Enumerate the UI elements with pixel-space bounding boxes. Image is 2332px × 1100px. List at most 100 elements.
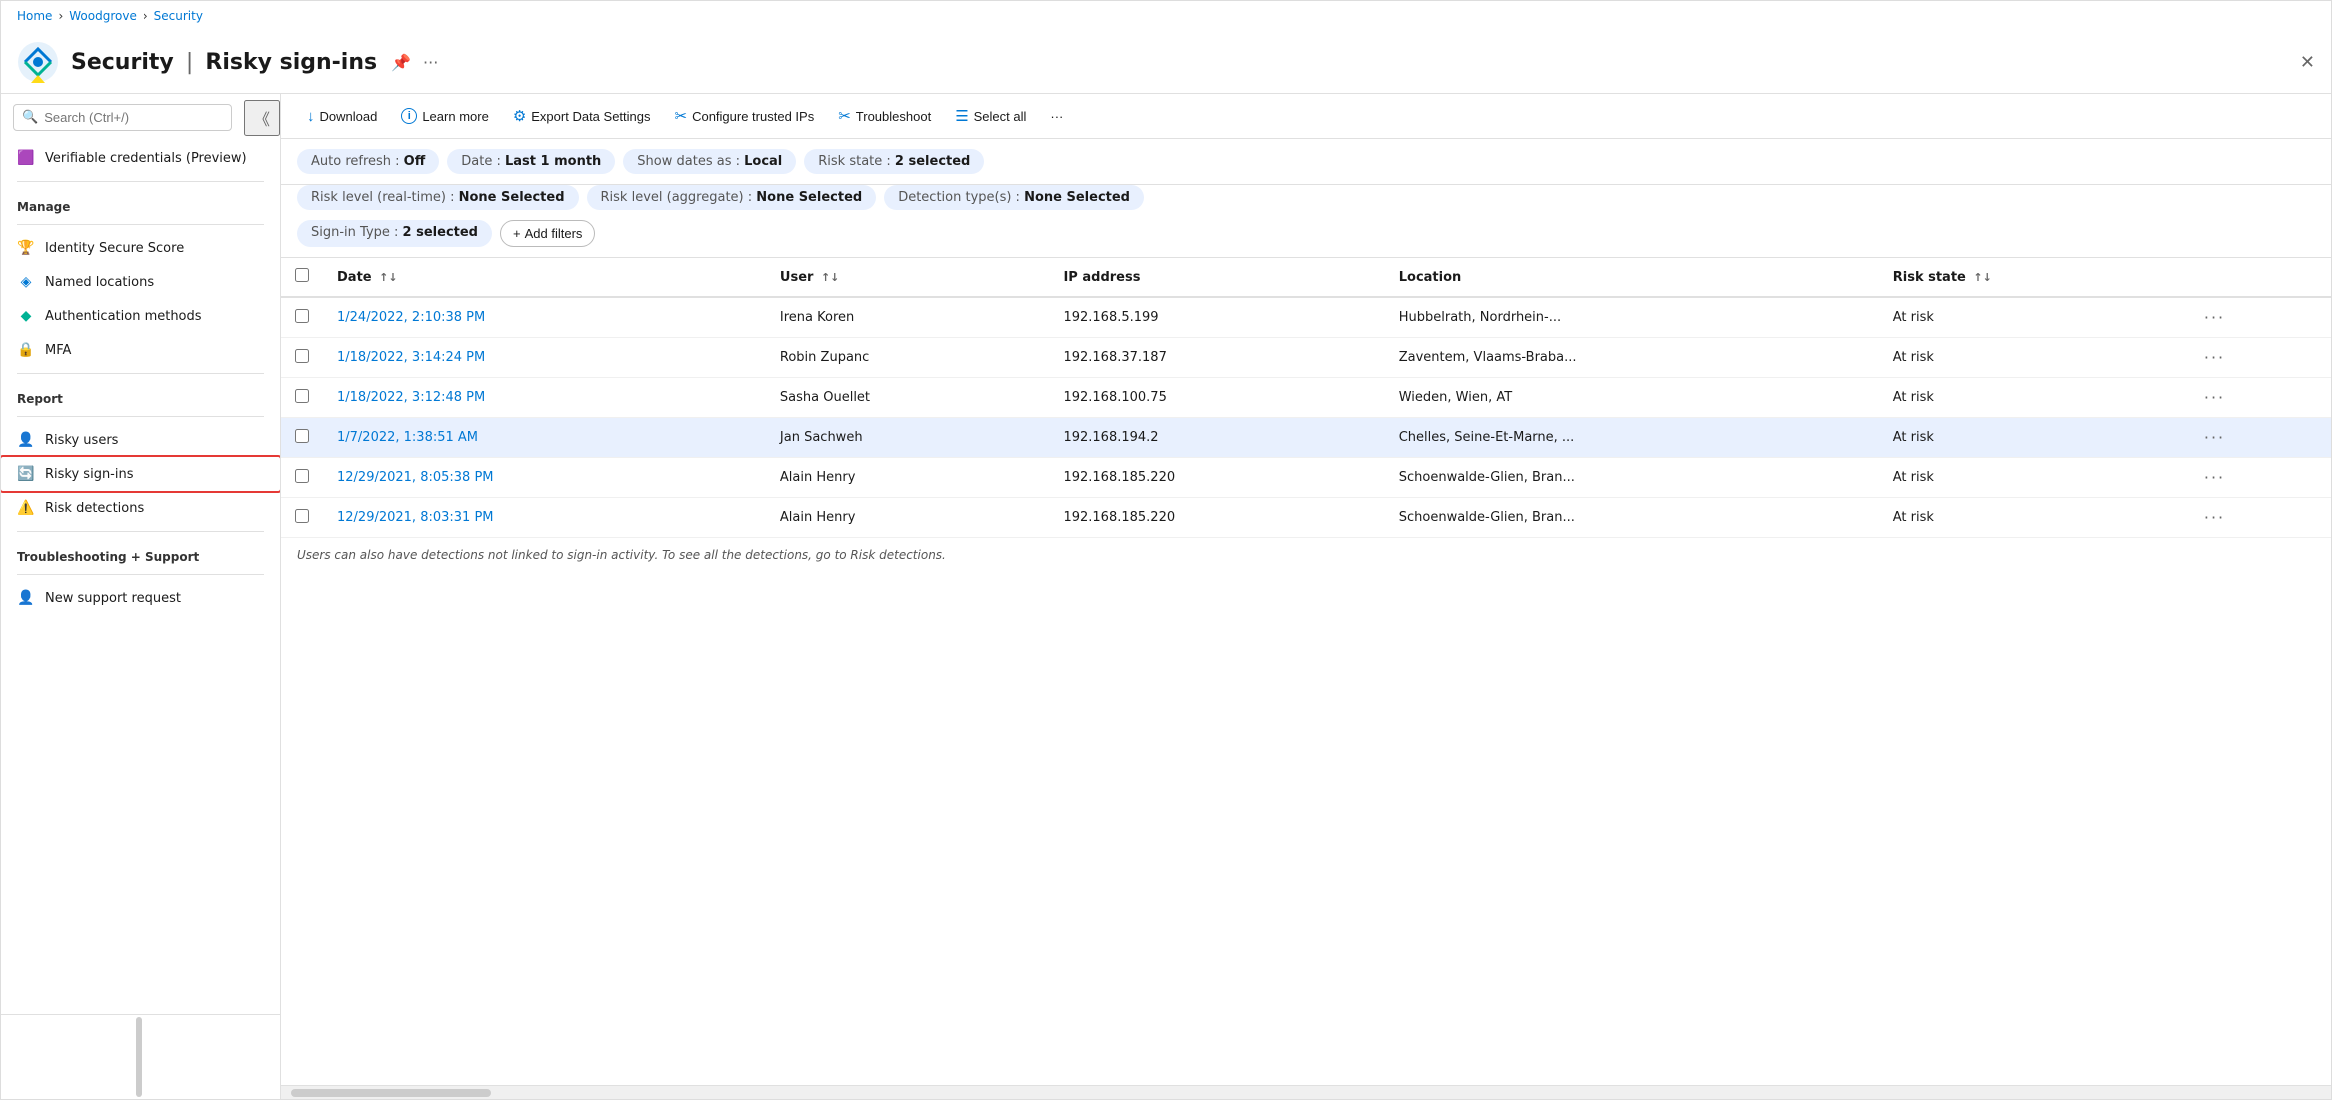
row-actions-column-header [2184,258,2331,297]
auto-refresh-value: Off [404,154,426,169]
add-filters-button[interactable]: + Add filters [500,220,595,247]
troubleshoot-icon: ✂ [838,107,851,125]
identity-secure-score-icon: 🏆 [17,239,35,257]
filter-bar-row1: Auto refresh : Off Date : Last 1 month S… [281,139,2331,185]
user-sort-icon: ↑↓ [821,271,839,284]
date-cell[interactable]: 1/18/2022, 3:12:48 PM [337,390,485,405]
date-filter[interactable]: Date : Last 1 month [447,149,615,174]
ip-cell: 192.168.194.2 [1049,418,1384,458]
date-cell[interactable]: 12/29/2021, 8:05:38 PM [337,470,494,485]
sidebar-item-identity-secure-score[interactable]: 🏆 Identity Secure Score [1,231,280,265]
date-column-header[interactable]: Date ↑↓ [323,258,766,297]
user-column-header[interactable]: User ↑↓ [766,258,1050,297]
row-checkbox[interactable] [295,309,309,323]
date-cell[interactable]: 1/7/2022, 1:38:51 AM [337,430,478,445]
risky-users-icon: 👤 [17,431,35,449]
risk-state-label: Risk state : [818,154,895,169]
sidebar-item-mfa[interactable]: 🔒 MFA [1,333,280,367]
row-menu-button[interactable]: ··· [2198,506,2231,529]
verifiable-credentials-icon: 🟪 [17,149,35,167]
row-checkbox[interactable] [295,509,309,523]
risk-state-filter[interactable]: Risk state : 2 selected [804,149,984,174]
search-input[interactable] [44,110,223,125]
detection-types-filter[interactable]: Detection type(s) : None Selected [884,185,1144,210]
horizontal-scrollbar[interactable] [281,1085,2331,1099]
auto-refresh-filter[interactable]: Auto refresh : Off [297,149,439,174]
more-toolbar-button[interactable]: ··· [1040,104,1073,129]
risk-state-cell: At risk [1879,418,2184,458]
risk-level-aggregate-filter[interactable]: Risk level (aggregate) : None Selected [587,185,877,210]
sidebar-item-risky-sign-ins[interactable]: 🔄 Risky sign-ins [1,457,280,491]
close-button[interactable]: ✕ [2300,52,2315,73]
title-actions: 📌 ··· [391,53,438,72]
sidebar-item-verifiable-credentials[interactable]: 🟪 Verifiable credentials (Preview) [1,141,280,175]
download-button[interactable]: ↓ Download [297,103,387,130]
risk-state-column-header[interactable]: Risk state ↑↓ [1879,258,2184,297]
pin-icon[interactable]: 📌 [391,53,411,72]
date-cell[interactable]: 1/18/2022, 3:14:24 PM [337,350,485,365]
select-all-checkbox[interactable] [295,268,309,282]
sign-in-type-label: Sign-in Type : [311,225,403,240]
export-data-settings-button[interactable]: ⚙ Export Data Settings [503,102,661,130]
collapse-sidebar-button[interactable]: 《 [244,100,280,136]
sidebar-scroll: 🟪 Verifiable credentials (Preview) Manag… [1,141,280,1014]
select-all-button[interactable]: ☰ Select all [945,102,1036,130]
location-cell: Chelles, Seine-Et-Marne, ... [1385,418,1879,458]
date-cell[interactable]: 1/24/2022, 2:10:38 PM [337,310,485,325]
named-locations-icon: ◈ [17,273,35,291]
more-options-icon[interactable]: ··· [423,53,438,72]
search-box[interactable]: 🔍 [13,104,232,131]
risk-level-realtime-filter[interactable]: Risk level (real-time) : None Selected [297,185,579,210]
breadcrumb-home[interactable]: Home [17,9,52,23]
row-menu-button[interactable]: ··· [2198,306,2231,329]
row-menu-button[interactable]: ··· [2198,426,2231,449]
sign-in-type-filter[interactable]: Sign-in Type : 2 selected [297,220,492,247]
divider [17,574,264,575]
configure-trusted-ips-button[interactable]: ✂ Configure trusted IPs [665,102,825,130]
risk-level-realtime-label: Risk level (real-time) : [311,190,459,205]
sidebar-item-risk-detections[interactable]: ⚠️ Risk detections [1,491,280,525]
table-row: 1/24/2022, 2:10:38 PM Irena Koren 192.16… [281,297,2331,338]
row-checkbox[interactable] [295,349,309,363]
location-cell: Wieden, Wien, AT [1385,378,1879,418]
row-checkbox[interactable] [295,389,309,403]
risk-state-sort-icon: ↑↓ [1973,271,1991,284]
table-row: 1/18/2022, 3:14:24 PM Robin Zupanc 192.1… [281,338,2331,378]
user-cell: Irena Koren [766,297,1050,338]
row-checkbox[interactable] [295,429,309,443]
sidebar-item-risky-users[interactable]: 👤 Risky users [1,423,280,457]
divider [17,531,264,532]
ip-address-column-header: IP address [1049,258,1384,297]
export-data-settings-label: Export Data Settings [531,109,650,124]
ip-cell: 192.168.185.220 [1049,458,1384,498]
learn-more-label: Learn more [422,109,488,124]
row-menu-button[interactable]: ··· [2198,466,2231,489]
sidebar-item-new-support-request[interactable]: 👤 New support request [1,581,280,615]
show-dates-as-filter[interactable]: Show dates as : Local [623,149,796,174]
risk-state-value: 2 selected [895,154,970,169]
breadcrumb-woodgrove[interactable]: Woodgrove [69,9,137,23]
date-cell[interactable]: 12/29/2021, 8:03:31 PM [337,510,494,525]
troubleshoot-button[interactable]: ✂ Troubleshoot [828,102,941,130]
select-all-checkbox-header[interactable] [281,258,323,297]
breadcrumb-security[interactable]: Security [154,9,203,23]
row-menu-button[interactable]: ··· [2198,346,2231,369]
sidebar-item-authentication-methods[interactable]: ◆ Authentication methods [1,299,280,333]
sidebar-item-label: Risky users [45,433,118,448]
sidebar-item-label: Authentication methods [45,309,202,324]
row-checkbox[interactable] [295,469,309,483]
row-menu-button[interactable]: ··· [2198,386,2231,409]
scrollbar-thumb[interactable] [291,1089,491,1097]
sidebar-item-label: Risk detections [45,501,144,516]
sidebar-item-named-locations[interactable]: ◈ Named locations [1,265,280,299]
risk-state-cell: At risk [1879,338,2184,378]
learn-more-button[interactable]: i Learn more [391,103,498,129]
user-cell: Robin Zupanc [766,338,1050,378]
filter-bar-row3: Sign-in Type : 2 selected + Add filters [281,220,2331,258]
risk-state-cell: At risk [1879,378,2184,418]
table-row: 12/29/2021, 8:03:31 PM Alain Henry 192.1… [281,498,2331,538]
select-all-icon: ☰ [955,107,968,125]
troubleshooting-section-label: Troubleshooting + Support [1,538,280,568]
table-area: Date ↑↓ User ↑↓ IP address Loc [281,258,2331,1085]
select-all-label: Select all [974,109,1027,124]
